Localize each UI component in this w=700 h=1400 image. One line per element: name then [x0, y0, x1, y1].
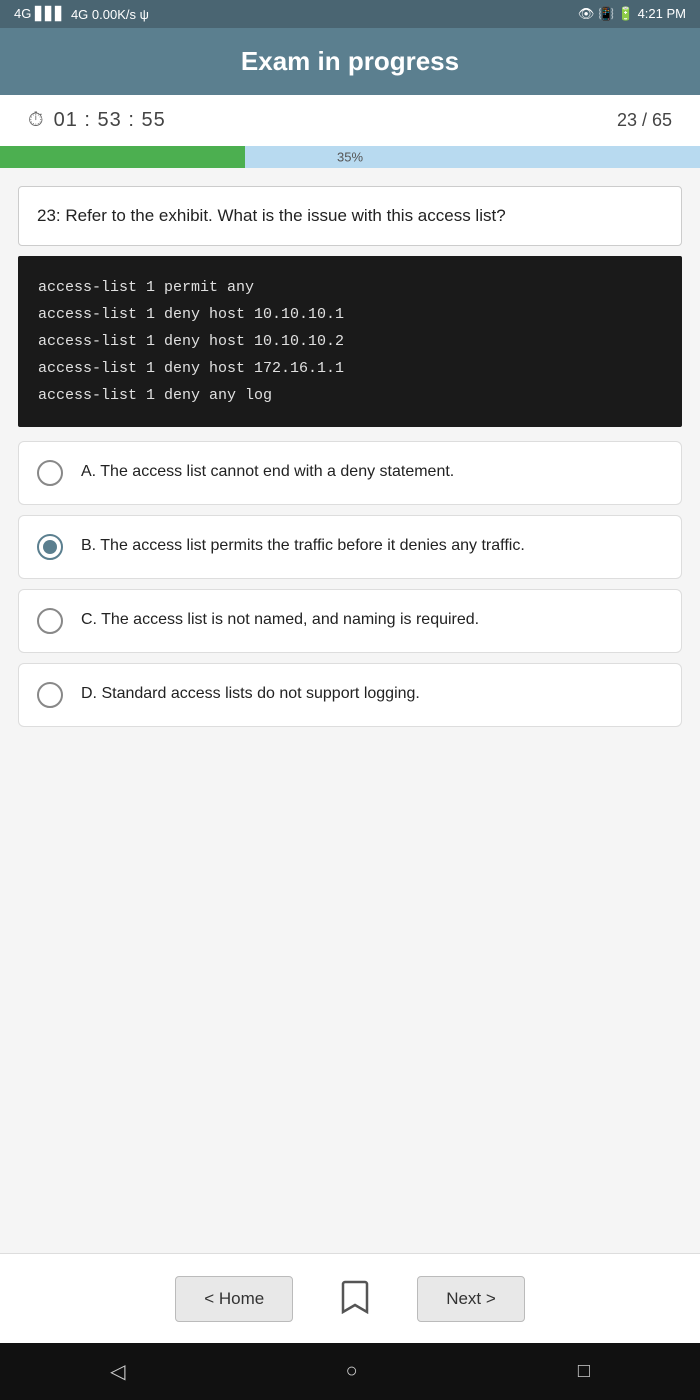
bookmark-button[interactable]	[333, 1272, 377, 1325]
code-line-5: access-list 1 deny any log	[38, 382, 662, 409]
option-c[interactable]: C. The access list is not named, and nam…	[18, 589, 682, 653]
android-back-icon[interactable]: ◁	[110, 1359, 125, 1384]
radio-d	[37, 682, 63, 708]
progress-bar-container: 35%	[0, 146, 700, 168]
android-home-icon[interactable]: ○	[346, 1360, 358, 1383]
next-button[interactable]: Next >	[417, 1276, 525, 1322]
option-a[interactable]: A. The access list cannot end with a den…	[18, 441, 682, 505]
option-d-text: D. Standard access lists do not support …	[81, 683, 420, 705]
question-progress: 23 / 65	[617, 110, 672, 131]
option-b-text: B. The access list permits the traffic b…	[81, 535, 525, 557]
bookmark-icon	[341, 1280, 369, 1314]
code-line-3: access-list 1 deny host 10.10.10.2	[38, 328, 662, 355]
app-header: Exam in progress	[0, 28, 700, 95]
option-b[interactable]: B. The access list permits the traffic b…	[18, 515, 682, 579]
timer-icon: ⏱	[28, 109, 44, 132]
code-line-4: access-list 1 deny host 172.16.1.1	[38, 355, 662, 382]
option-a-text: A. The access list cannot end with a den…	[81, 461, 454, 483]
android-recent-icon[interactable]: □	[578, 1360, 590, 1383]
main-content: ⏱ 01 : 53 : 55 23 / 65 35% 23: Refer to …	[0, 95, 700, 1343]
android-nav-bar: ◁ ○ □	[0, 1343, 700, 1400]
bottom-nav: < Home Next >	[0, 1253, 700, 1343]
radio-a	[37, 460, 63, 486]
question-text: 23: Refer to the exhibit. What is the is…	[37, 206, 506, 225]
radio-c	[37, 608, 63, 634]
phone-wrapper: 4G ▋▋▋ 4G 0.00K/s ψ 👁 📳 🔋 4:21 PM Exam i…	[0, 0, 700, 1400]
signal-icon: 4G ▋▋▋	[14, 6, 65, 22]
progress-bar-fill	[0, 146, 245, 168]
radio-b-fill	[43, 540, 57, 554]
timer-value: 01 : 53 : 55	[54, 109, 166, 132]
timer-left: ⏱ 01 : 53 : 55	[28, 109, 166, 132]
timer-row: ⏱ 01 : 53 : 55 23 / 65	[0, 95, 700, 146]
question-card: 23: Refer to the exhibit. What is the is…	[18, 186, 682, 246]
status-icons: 👁 📳 🔋 4:21 PM	[578, 6, 686, 22]
home-button[interactable]: < Home	[175, 1276, 293, 1322]
code-line-2: access-list 1 deny host 10.10.10.1	[38, 301, 662, 328]
option-d[interactable]: D. Standard access lists do not support …	[18, 663, 682, 727]
code-line-1: access-list 1 permit any	[38, 274, 662, 301]
radio-b	[37, 534, 63, 560]
status-left: 4G ▋▋▋ 4G 0.00K/s ψ	[14, 6, 149, 22]
status-bar: 4G ▋▋▋ 4G 0.00K/s ψ 👁 📳 🔋 4:21 PM	[0, 0, 700, 28]
option-c-text: C. The access list is not named, and nam…	[81, 609, 479, 631]
network-speed: 4G 0.00K/s ψ	[71, 7, 149, 22]
header-title: Exam in progress	[241, 46, 459, 76]
status-right: 👁 📳 🔋 4:21 PM	[578, 6, 686, 22]
options-container: A. The access list cannot end with a den…	[18, 441, 682, 727]
code-block: access-list 1 permit any access-list 1 d…	[18, 256, 682, 427]
progress-bar-label: 35%	[337, 150, 363, 165]
